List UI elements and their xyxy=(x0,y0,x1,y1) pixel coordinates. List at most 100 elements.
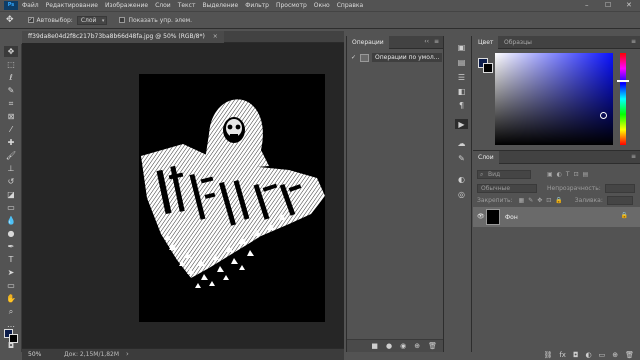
history-panel-header: Операции ‹‹ ≡ xyxy=(347,36,443,49)
autoselect-dropdown[interactable]: Слой xyxy=(76,15,108,25)
trash-icon[interactable]: 🗑 xyxy=(428,342,437,350)
color-picker-cursor[interactable] xyxy=(600,112,607,119)
libraries-panel-icon[interactable]: ◐ xyxy=(455,174,468,184)
close-window-button[interactable]: ✕ xyxy=(626,1,632,9)
reaper-artwork xyxy=(141,99,325,288)
close-tab-icon[interactable]: × xyxy=(213,33,218,40)
tab-layers[interactable]: Слои xyxy=(473,151,499,164)
history-panel-tab[interactable]: Операции xyxy=(347,36,389,49)
hand-tool-icon[interactable]: ✋ xyxy=(4,293,18,304)
history-brush-tool-icon[interactable]: ↺ xyxy=(4,176,18,187)
play-actions-icon[interactable]: ▶ xyxy=(455,119,468,129)
path-selection-tool-icon[interactable]: ➤ xyxy=(4,267,18,278)
zoom-tool-icon[interactable]: ⌕ xyxy=(4,306,18,317)
menu-file[interactable]: Файл xyxy=(22,2,39,9)
frame-tool-icon[interactable]: ⊠ xyxy=(4,111,18,122)
menu-filter[interactable]: Фильтр xyxy=(245,2,269,9)
status-menu-arrow[interactable]: › xyxy=(126,350,129,358)
lock-row: Закрепить: ▦✎✥⊡🔒 Заливка: xyxy=(477,195,633,205)
document-image[interactable] xyxy=(139,74,325,322)
zoom-level[interactable]: 50% xyxy=(28,351,41,358)
menu-type[interactable]: Текст xyxy=(178,2,196,9)
quick-mask-icon[interactable]: ◘ xyxy=(4,341,18,350)
menu-view[interactable]: Просмотр xyxy=(276,2,307,9)
brush-tool-icon[interactable]: 🖌 xyxy=(4,150,18,161)
blur-tool-icon[interactable]: 💧 xyxy=(4,215,18,226)
paragraph-panel-icon[interactable]: ¶ xyxy=(455,100,468,110)
quick-select-tool-icon[interactable]: ✎ xyxy=(4,85,18,96)
layers-panel: Слои ≡ ⌕ Вид ▣◐T⊡▤ Обычные Непрозрачност… xyxy=(473,150,640,360)
opacity-field[interactable] xyxy=(604,183,635,193)
hue-slider-marker[interactable] xyxy=(617,80,629,82)
document-tab[interactable]: ff39da8e04d2f8c217b73ba8b66d48fa.jpg @ 5… xyxy=(22,31,224,43)
new-snapshot-icon[interactable]: ● xyxy=(386,342,392,350)
camera-icon[interactable]: ◉ xyxy=(400,342,406,350)
menu-edit[interactable]: Редактирование xyxy=(46,2,98,9)
maximize-button[interactable]: ☐ xyxy=(605,1,611,9)
background-color-chip[interactable] xyxy=(483,63,493,73)
layer-filter-row: ⌕ Вид ▣◐T⊡▤ xyxy=(477,169,592,179)
options-bar: ✥ ✓ Автовыбор: Слой Показать упр. элем. xyxy=(0,11,640,29)
crop-tool-icon[interactable]: ⌗ xyxy=(4,98,18,109)
panel-dock: ▣ ▤ ☰ ◧ ¶ ▶ ☁ ✎ ◐ ◎ xyxy=(451,36,472,352)
history-snapshot-row[interactable]: ✓ Операции по умол... xyxy=(347,51,443,64)
layer-style-icon[interactable]: fx xyxy=(559,351,566,359)
new-group-icon[interactable]: ▭ xyxy=(599,351,606,359)
link-layers-icon[interactable]: ⛓ xyxy=(543,351,552,359)
opacity-label: Непрозрачность: xyxy=(547,184,601,192)
menu-layers[interactable]: Слои xyxy=(155,2,171,9)
lasso-tool-icon[interactable]: ℓ xyxy=(4,72,18,83)
autoselect-checkbox[interactable]: ✓ xyxy=(27,17,34,23)
color-picker-field[interactable] xyxy=(495,53,613,145)
menu-window[interactable]: Окно xyxy=(314,2,330,9)
blend-mode-dropdown[interactable]: Обычные xyxy=(477,183,537,193)
type-tool-icon[interactable]: T xyxy=(4,254,18,265)
show-transform-controls-checkbox[interactable] xyxy=(119,17,126,23)
lock-icon[interactable]: 🔒 xyxy=(621,212,628,219)
eye-visibility-icon[interactable]: 👁 xyxy=(477,213,485,220)
gradient-tool-icon[interactable]: ▭ xyxy=(4,202,18,213)
tab-color[interactable]: Цвет xyxy=(473,36,499,49)
clone-stamp-tool-icon[interactable]: ⊥ xyxy=(4,163,18,174)
color-panel-icon[interactable]: ▣ xyxy=(455,42,468,52)
trash-icon[interactable]: 🗑 xyxy=(625,351,634,359)
eyedropper-tool-icon[interactable]: ⁄ xyxy=(4,124,18,135)
channels-panel-icon[interactable]: ☁ xyxy=(455,138,468,148)
swatches-panel-icon[interactable]: ▤ xyxy=(455,57,468,67)
layer-filter-label: Вид xyxy=(488,170,501,178)
dodge-tool-icon[interactable]: ● xyxy=(4,228,18,239)
snapshot-thumbnail xyxy=(360,53,369,62)
pen-tool-icon[interactable]: ✒ xyxy=(4,241,18,252)
properties-panel-icon[interactable]: ◎ xyxy=(455,189,468,199)
new-layer-icon[interactable]: ⊕ xyxy=(414,342,420,350)
layer-mask-icon[interactable]: ◘ xyxy=(573,351,579,359)
adjustment-layer-icon[interactable]: ◐ xyxy=(586,351,592,359)
fill-field[interactable] xyxy=(606,195,633,205)
new-layer-icon[interactable]: ⊕ xyxy=(612,351,618,359)
move-tool-icon[interactable]: ✥ xyxy=(4,46,18,57)
layer-thumbnail xyxy=(486,209,500,225)
menu-image[interactable]: Изображение xyxy=(105,2,148,9)
move-tool-icon[interactable]: ✥ xyxy=(6,15,14,25)
panel-menu-icon[interactable]: ≡ xyxy=(631,153,636,160)
layer-row-background[interactable]: 👁 Фон 🔒 xyxy=(473,207,640,227)
adjustments-panel-icon[interactable]: ☰ xyxy=(455,72,468,82)
new-document-from-state-icon[interactable]: ■ xyxy=(371,342,378,350)
styles-panel-icon[interactable]: ◧ xyxy=(455,86,468,96)
healing-brush-tool-icon[interactable]: ✚ xyxy=(4,137,18,148)
brush-settings-icon[interactable]: ✎ xyxy=(455,153,468,163)
lock-icons[interactable]: ▦✎✥⊡🔒 xyxy=(519,197,567,204)
layer-filter-icons[interactable]: ▣◐T⊡▤ xyxy=(547,171,592,178)
rectangle-tool-icon[interactable]: ▭ xyxy=(4,280,18,291)
menu-select[interactable]: Выделение xyxy=(202,2,238,9)
panel-menu-icon[interactable]: ≡ xyxy=(631,38,636,45)
menu-help[interactable]: Справка xyxy=(337,2,363,9)
eraser-tool-icon[interactable]: ◪ xyxy=(4,189,18,200)
panel-menu-icon[interactable]: ≡ xyxy=(434,38,439,45)
marquee-tool-icon[interactable]: ⬚ xyxy=(4,59,18,70)
tab-swatches[interactable]: Образцы xyxy=(499,36,537,49)
collapse-panel-icon[interactable]: ‹‹ xyxy=(424,38,429,45)
minimize-button[interactable]: – xyxy=(585,1,589,9)
layer-filter-dropdown[interactable]: ⌕ Вид xyxy=(477,169,531,179)
hue-slider[interactable] xyxy=(620,53,626,145)
